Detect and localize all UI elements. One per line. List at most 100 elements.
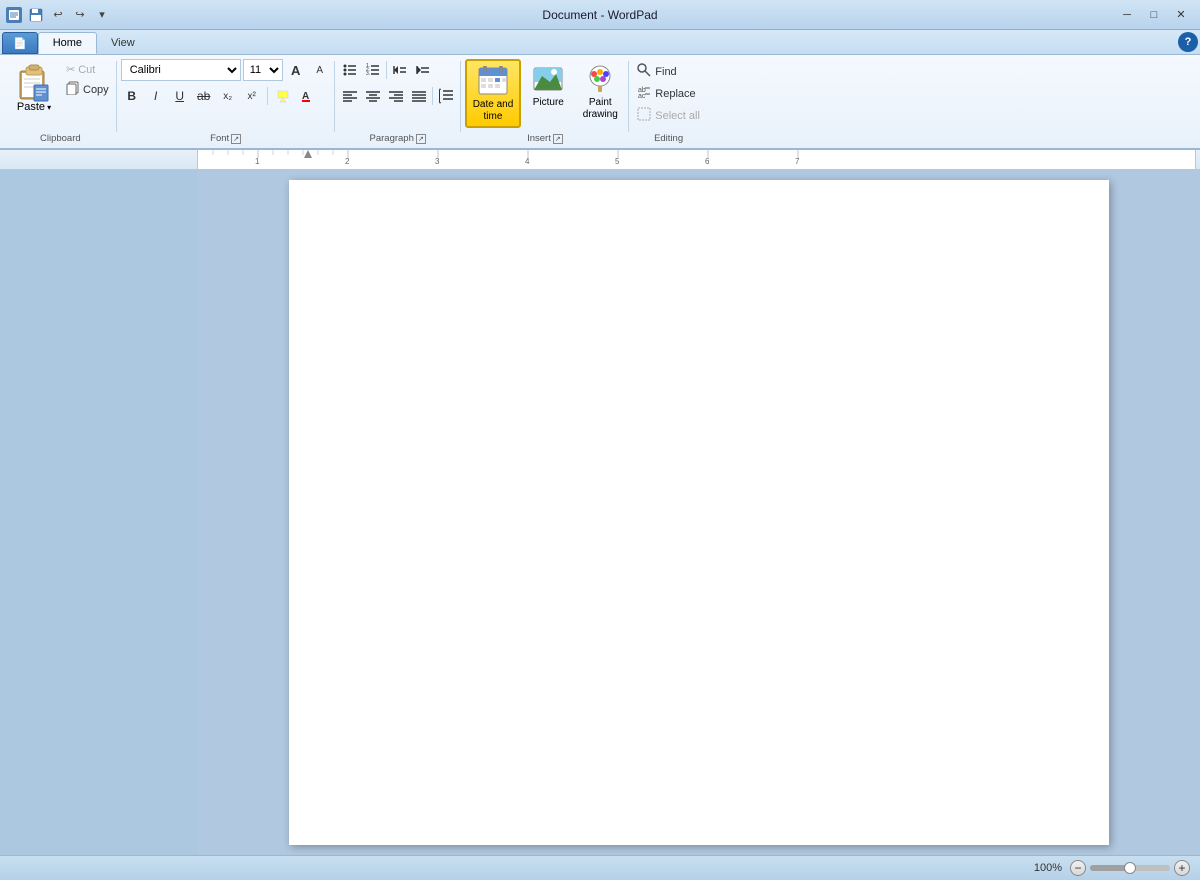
align-left-btn[interactable]: [339, 85, 361, 107]
window-controls: ─ □ ✕: [1114, 5, 1194, 25]
superscript-btn[interactable]: x²: [241, 85, 263, 107]
paint-drawing-button[interactable]: Paintdrawing: [575, 59, 625, 124]
subscript-btn[interactable]: x₂: [217, 85, 239, 107]
bullets-btn[interactable]: [339, 59, 361, 81]
ribbon-tabs: 📄 Home View ?: [0, 30, 1200, 55]
highlight-btn[interactable]: [272, 85, 294, 107]
picture-button[interactable]: Picture: [523, 59, 573, 111]
date-time-icon: [477, 64, 509, 99]
date-time-button[interactable]: Date andtime: [465, 59, 522, 128]
close-btn[interactable]: ✕: [1168, 5, 1194, 25]
clipboard-small-btns: ✂ Cut Copy: [62, 59, 113, 100]
replace-icon: abac: [637, 85, 651, 102]
paragraph-content: 1.2.3.: [339, 59, 457, 131]
insert-label: Insert ↗: [465, 131, 626, 146]
font-label: Font ↗: [121, 131, 331, 146]
undo-quick-btn[interactable]: ↩: [48, 5, 68, 25]
replace-label: Replace: [655, 88, 695, 100]
separator2: [386, 61, 387, 79]
paragraph-expand-btn[interactable]: ↗: [416, 134, 426, 144]
select-all-label: Select all: [655, 110, 700, 122]
decrease-indent-btn[interactable]: [389, 59, 411, 81]
clipboard-content: Paste ▾ ✂ Cut Copy: [8, 59, 113, 131]
shrink-font-btn[interactable]: A: [309, 59, 331, 81]
paste-icon: [16, 63, 52, 101]
tab-home[interactable]: Home: [38, 32, 97, 54]
font-expand-btn[interactable]: ↗: [231, 134, 241, 144]
para-row1: 1.2.3.: [339, 59, 434, 81]
main-area: [0, 170, 1200, 855]
window-title: Document - WordPad: [542, 8, 657, 22]
find-label: Find: [655, 66, 676, 78]
title-bar-left: ↩ ↪ ▾: [6, 5, 112, 25]
left-margin: [0, 170, 197, 855]
zoom-in-btn[interactable]: +: [1174, 860, 1190, 876]
save-quick-btn[interactable]: [26, 5, 46, 25]
line-spacing-btn[interactable]: [435, 85, 457, 107]
cut-button[interactable]: ✂ Cut: [62, 61, 113, 78]
font-group: Calibri 11 A A B I U ab x₂ x²: [117, 57, 335, 148]
app-icon: [6, 7, 22, 23]
svg-text:3.: 3.: [366, 71, 370, 77]
insert-expand-btn[interactable]: ↗: [553, 134, 563, 144]
align-center-btn[interactable]: [362, 85, 384, 107]
paragraph-label: Paragraph ↗: [339, 131, 457, 146]
select-all-button[interactable]: Select all: [633, 105, 704, 126]
tab-view[interactable]: View: [97, 32, 149, 54]
zoom-percent: 100%: [1034, 862, 1062, 874]
ruler-inner: 1 2 3 4 5 6 7: [197, 150, 1196, 169]
copy-label: Copy: [83, 84, 109, 96]
replace-button[interactable]: abac Replace: [633, 83, 704, 104]
quick-access-toolbar: ↩ ↪ ▾: [26, 5, 112, 25]
cut-icon: ✂: [66, 63, 75, 76]
bold-btn[interactable]: B: [121, 85, 143, 107]
paragraph-group: 1.2.3.: [335, 57, 461, 148]
zoom-out-btn[interactable]: −: [1070, 860, 1086, 876]
grow-font-btn[interactable]: A: [285, 59, 307, 81]
svg-text:7: 7: [795, 157, 800, 166]
para-row2: [339, 85, 457, 107]
insert-content: Date andtime Picture: [465, 59, 626, 131]
tab-wordpad-menu[interactable]: 📄: [2, 32, 38, 54]
redo-quick-btn[interactable]: ↪: [70, 5, 90, 25]
font-color-btn[interactable]: A: [296, 85, 318, 107]
find-button[interactable]: Find: [633, 61, 704, 82]
copy-icon: [66, 81, 80, 98]
date-time-label: Date andtime: [473, 99, 514, 123]
svg-text:2: 2: [345, 157, 350, 166]
zoom-controls: − +: [1070, 860, 1190, 876]
font-size-selector[interactable]: 11: [243, 59, 283, 81]
help-button[interactable]: ?: [1178, 32, 1198, 52]
increase-indent-btn[interactable]: [412, 59, 434, 81]
document-container[interactable]: [197, 170, 1200, 855]
ruler-svg: 1 2 3 4 5 6 7: [198, 150, 1195, 170]
svg-text:4: 4: [525, 157, 530, 166]
document-page[interactable]: [289, 180, 1109, 845]
justify-btn[interactable]: [408, 85, 430, 107]
copy-button[interactable]: Copy: [62, 79, 113, 100]
svg-text:3: 3: [435, 157, 440, 166]
quick-access-dropdown[interactable]: ▾: [92, 5, 112, 25]
ruler: 1 2 3 4 5 6 7: [0, 150, 1200, 170]
separator3: [432, 87, 433, 105]
strikethrough-btn[interactable]: ab: [193, 85, 215, 107]
svg-text:1: 1: [255, 157, 260, 166]
font-row2: B I U ab x₂ x² A: [121, 85, 318, 107]
minimize-btn[interactable]: ─: [1114, 5, 1140, 25]
title-bar: ↩ ↪ ▾ Document - WordPad ─ □ ✕: [0, 0, 1200, 30]
editing-group: Find abac Replace Select all Editing: [629, 57, 708, 148]
insert-group: Date andtime Picture: [461, 57, 630, 148]
align-right-btn[interactable]: [385, 85, 407, 107]
italic-btn[interactable]: I: [145, 85, 167, 107]
zoom-slider[interactable]: [1090, 865, 1170, 871]
maximize-btn[interactable]: □: [1141, 5, 1167, 25]
cut-label: Cut: [78, 64, 95, 76]
font-name-selector[interactable]: Calibri: [121, 59, 241, 81]
paste-dropdown-arrow: ▾: [47, 103, 51, 112]
find-icon: [637, 63, 651, 80]
select-all-icon: [637, 107, 651, 124]
svg-text:5: 5: [615, 157, 620, 166]
underline-btn[interactable]: U: [169, 85, 191, 107]
paste-button[interactable]: Paste ▾: [8, 59, 60, 117]
numbering-btn[interactable]: 1.2.3.: [362, 59, 384, 81]
